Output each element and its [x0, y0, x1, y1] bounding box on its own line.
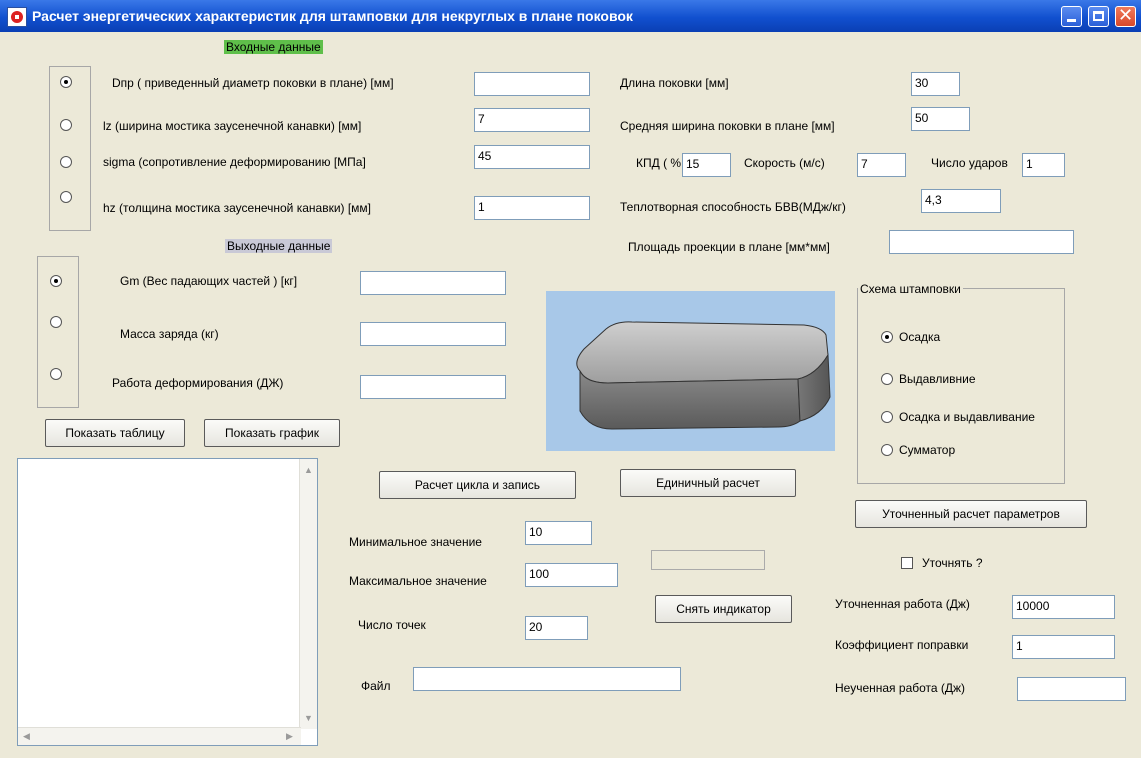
scheme-combined-label: Осадка и выдавливание — [899, 410, 1035, 424]
sigma-input[interactable]: 45 — [474, 145, 590, 169]
refined-work-input[interactable]: 10000 — [1012, 595, 1115, 619]
radio-scheme-extrusion[interactable] — [881, 373, 893, 385]
radio-sigma[interactable] — [60, 156, 72, 168]
close-button[interactable]: ✕ — [1115, 5, 1136, 27]
deformation-work-label: Работа деформирования (ДЖ) — [112, 376, 284, 390]
dpr-input[interactable] — [474, 72, 590, 96]
radio-deformation-work[interactable] — [50, 368, 62, 380]
app-icon[interactable] — [7, 7, 27, 27]
correction-coef-label: Коэффициент поправки — [835, 638, 969, 652]
horizontal-scrollbar[interactable]: ◀ ▶ — [18, 727, 301, 745]
cycle-calc-button[interactable]: Расчет цикла и запись — [379, 471, 576, 499]
max-value-label: Максимальное значение — [349, 574, 487, 588]
unrefined-work-label: Неученная работа (Дж) — [835, 681, 966, 695]
hz-input[interactable]: 1 — [474, 196, 590, 220]
minimize-icon — [1067, 19, 1076, 22]
maximize-icon — [1093, 11, 1104, 21]
window-title: Расчет энергетических характеристик для … — [32, 8, 633, 24]
output-data-heading: Выходные данные — [225, 239, 333, 253]
radio-scheme-combined[interactable] — [881, 411, 893, 423]
scheme-upsetting-label: Осадка — [899, 330, 941, 344]
forging-preview-image — [546, 291, 835, 451]
scheme-summator-label: Сумматор — [899, 443, 956, 457]
gm-output[interactable] — [360, 271, 506, 295]
scroll-right-icon[interactable]: ▶ — [286, 731, 293, 742]
input-radio-group — [49, 66, 91, 231]
refined-calc-button[interactable]: Уточненный расчет параметров — [855, 500, 1087, 528]
speed-input[interactable]: 7 — [857, 153, 906, 177]
kpd-input[interactable]: 15 — [682, 153, 731, 177]
radio-scheme-summator[interactable] — [881, 444, 893, 456]
show-graph-button[interactable]: Показать график — [204, 419, 340, 447]
refined-work-label: Уточненная работа (Дж) — [835, 597, 970, 611]
speed-label: Скорость (м/с) — [744, 156, 825, 170]
min-value-input[interactable]: 10 — [525, 521, 592, 545]
heat-capacity-label: Теплотворная способность БВВ(МДж/кг) — [620, 200, 846, 214]
radio-gm[interactable] — [50, 275, 62, 287]
width-label: Средняя ширина поковки в плане [мм] — [620, 119, 835, 133]
scroll-left-icon[interactable]: ◀ — [23, 731, 30, 742]
show-table-button[interactable]: Показать таблицу — [45, 419, 185, 447]
correction-coef-input[interactable]: 1 — [1012, 635, 1115, 659]
results-listbox[interactable]: ▲ ▼ ◀ ▶ — [17, 458, 318, 746]
width-input[interactable]: 50 — [911, 107, 970, 131]
projection-area-label: Площадь проекции в плане [мм*мм] — [628, 240, 830, 254]
gm-label: Gm (Вес падающих частей ) [кг] — [120, 274, 298, 288]
radio-charge-mass[interactable] — [50, 316, 62, 328]
kpd-label: КПД ( % ) — [636, 156, 689, 170]
scheme-title: Схема штамповки — [858, 282, 963, 296]
refine-checkbox[interactable] — [901, 557, 913, 569]
title-bar[interactable]: Расчет энергетических характеристик для … — [0, 0, 1141, 32]
max-value-input[interactable]: 100 — [525, 563, 618, 587]
radio-scheme-upsetting[interactable] — [881, 331, 893, 343]
length-input[interactable]: 30 — [911, 72, 960, 96]
charge-mass-label: Масса заряда (кг) — [120, 327, 219, 341]
lz-input[interactable]: 7 — [474, 108, 590, 132]
charge-mass-output[interactable] — [360, 322, 506, 346]
unrefined-work-input[interactable] — [1017, 677, 1126, 701]
deformation-work-output[interactable] — [360, 375, 506, 399]
sigma-label: sigma (сопротивление деформированию [МПа… — [103, 155, 366, 169]
radio-hz[interactable] — [60, 191, 72, 203]
min-value-label: Минимальное значение — [349, 535, 482, 549]
progress-indicator — [651, 550, 765, 570]
file-label: Файл — [361, 679, 391, 693]
input-data-heading: Входные данные — [224, 40, 323, 54]
file-input[interactable] — [413, 667, 681, 691]
hits-label: Число ударов — [931, 156, 1008, 170]
scheme-extrusion-label: Выдавливние — [899, 372, 976, 386]
hz-label: hz (толщина мостика заусенечной канавки)… — [103, 201, 372, 215]
single-calc-button[interactable]: Единичный расчет — [620, 469, 796, 497]
refine-checkbox-label: Уточнять ? — [922, 556, 983, 570]
points-count-input[interactable]: 20 — [525, 616, 588, 640]
length-label: Длина поковки [мм] — [620, 76, 729, 90]
hits-input[interactable]: 1 — [1022, 153, 1065, 177]
projection-area-input[interactable] — [889, 230, 1074, 254]
points-count-label: Число точек — [358, 618, 426, 632]
app-window: Расчет энергетических характеристик для … — [0, 0, 1141, 758]
heat-capacity-input[interactable]: 4,3 — [921, 189, 1001, 213]
dpr-label: Dпр ( приведенный диаметр поковки в план… — [112, 76, 394, 90]
close-icon: ✕ — [1118, 5, 1134, 25]
reset-indicator-button[interactable]: Снять индикатор — [655, 595, 792, 623]
maximize-button[interactable] — [1088, 6, 1109, 27]
radio-lz[interactable] — [60, 119, 72, 131]
radio-dpr[interactable] — [60, 76, 72, 88]
scroll-up-icon[interactable]: ▲ — [304, 465, 313, 475]
forging-3d-icon — [576, 321, 831, 430]
vertical-scrollbar[interactable]: ▲ ▼ — [299, 459, 317, 729]
lz-label: lz (ширина мостика заусенечной канавки) … — [103, 119, 362, 133]
minimize-button[interactable] — [1061, 6, 1082, 27]
scroll-down-icon[interactable]: ▼ — [304, 713, 313, 723]
